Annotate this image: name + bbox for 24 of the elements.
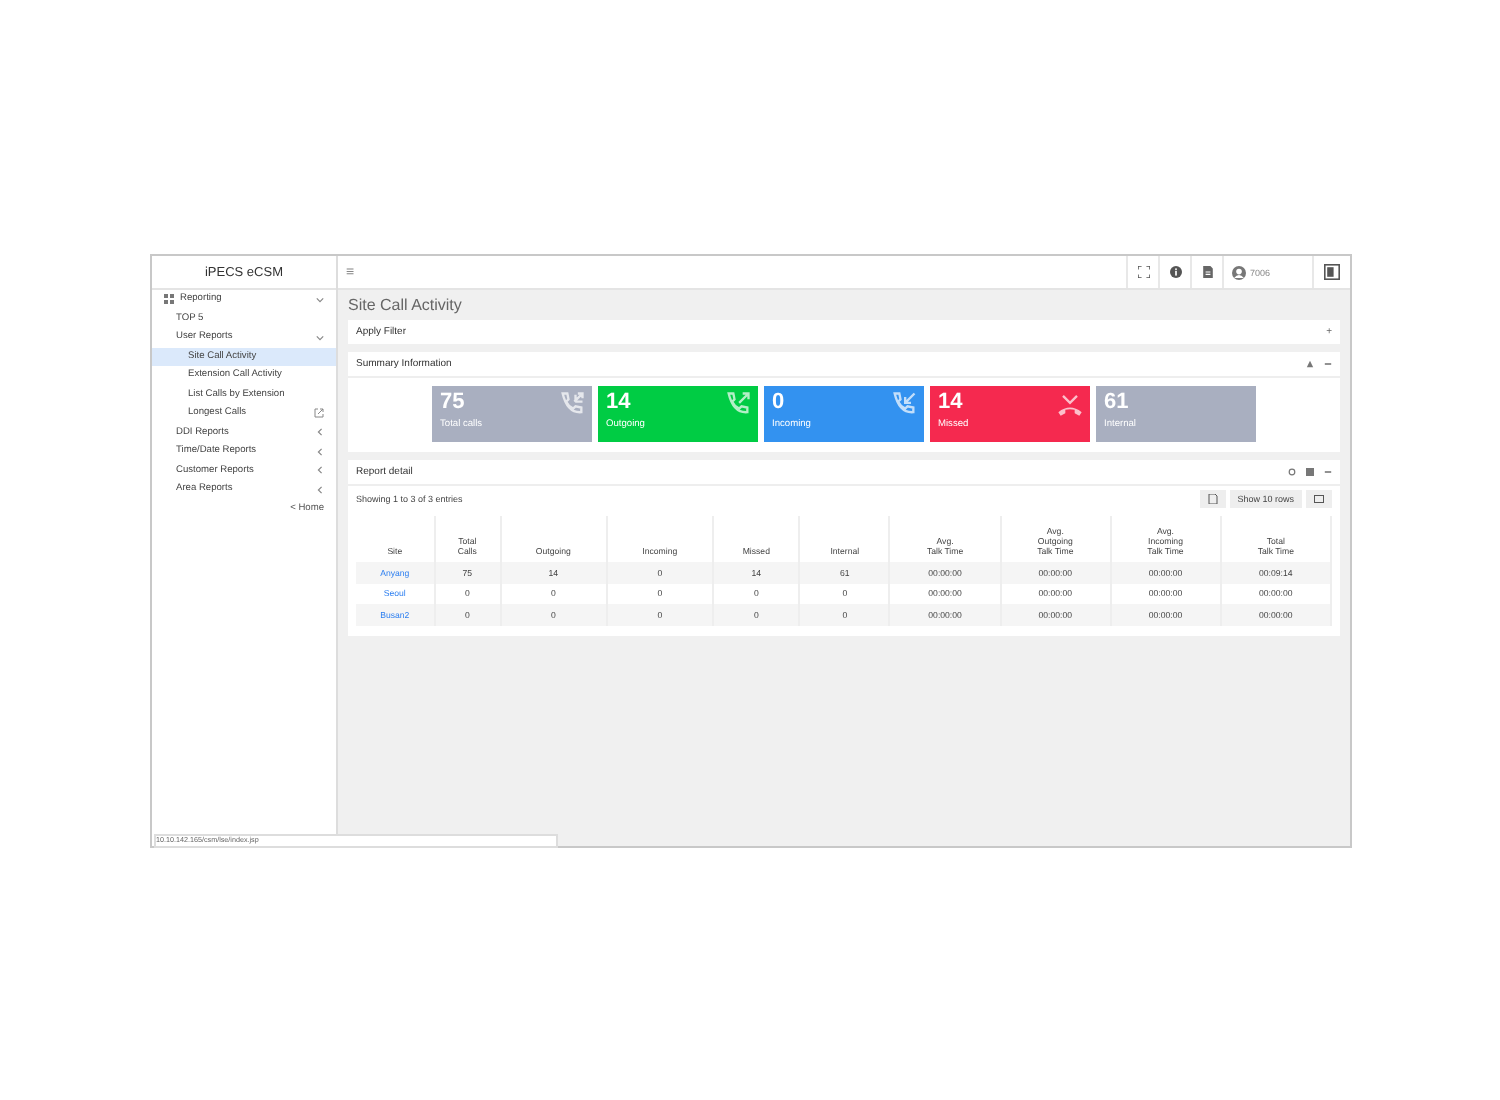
chevron-left-icon	[316, 447, 324, 456]
phone-icon	[724, 390, 752, 418]
window-icon[interactable]	[1314, 494, 1324, 504]
minimize-icon[interactable]	[1324, 360, 1332, 368]
stat-value: 14	[938, 390, 963, 414]
columns-button[interactable]	[1306, 490, 1332, 508]
stat-value: 61	[1104, 390, 1129, 414]
phone-icon	[558, 390, 586, 418]
phone-icon	[1056, 390, 1084, 418]
export-button[interactable]	[1199, 490, 1226, 508]
file-icon[interactable]	[1207, 494, 1218, 504]
phone-icon	[890, 390, 918, 418]
stat-value: 75	[440, 390, 465, 414]
stat-value: 14	[606, 390, 631, 414]
chevron-left-icon	[316, 428, 324, 437]
grid-icon	[164, 294, 174, 305]
chevron-left-icon	[316, 485, 324, 494]
page-title: Site Call Activity	[348, 296, 464, 314]
avatar-icon[interactable]	[1232, 265, 1246, 279]
minimize-icon[interactable]	[1324, 468, 1332, 476]
collapse-icon[interactable]	[1306, 360, 1314, 368]
chevron-left-icon	[316, 466, 324, 475]
stat-value: 0	[772, 390, 785, 414]
settings-icon[interactable]	[1288, 468, 1296, 476]
